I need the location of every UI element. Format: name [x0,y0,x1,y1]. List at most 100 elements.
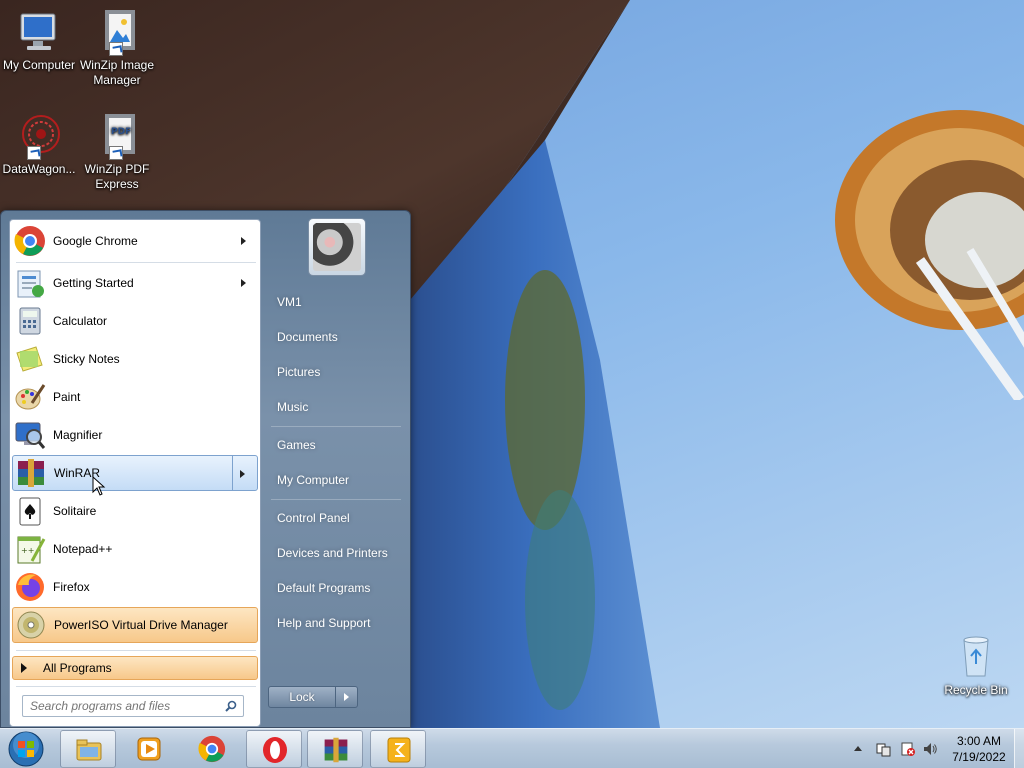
search-box[interactable] [22,695,244,717]
power-options-arrow-button[interactable] [336,686,358,708]
svg-text:PDF: PDF [111,127,131,137]
system-tray: 3:00 AM 7/19/2022 [834,729,1024,768]
program-google-chrome[interactable]: Google Chrome [12,223,258,259]
clock[interactable]: 3:00 AM 7/19/2022 [944,733,1014,765]
program-calculator[interactable]: Calculator [12,303,258,339]
program-label: Sticky Notes [53,352,120,366]
program-getting-started[interactable]: Getting Started [12,265,258,301]
mouse-cursor-icon [92,476,106,496]
lock-button[interactable]: Lock [268,686,336,708]
shortcut-arrow-icon [109,146,123,160]
winzip-image-icon [93,8,141,56]
place-control-panel[interactable]: Control Panel [267,505,401,531]
program-label: Calculator [53,314,108,328]
program-label: Getting Started [53,276,134,290]
paint-icon [14,381,46,413]
program-label: Paint [53,390,81,404]
taskbar-explorer[interactable] [60,730,116,768]
user-avatar[interactable] [308,218,366,276]
winrar-icon [324,737,348,763]
folder-icon [76,739,102,761]
shortcut-arrow-icon [27,146,41,160]
desktop-icon-label: DataWagon... [2,162,76,176]
shortcut-arrow-icon [109,42,123,56]
taskbar: 3:00 AM 7/19/2022 [0,728,1024,768]
action-center-icon[interactable] [876,741,892,757]
all-programs-button[interactable]: All Programs [12,656,258,680]
menu-separator [16,262,256,263]
program-magnifier[interactable]: Magnifier [12,417,258,453]
place-default-programs[interactable]: Default Programs [267,575,401,601]
submenu-arrow-icon[interactable] [241,279,246,287]
volume-icon[interactable] [922,741,938,757]
svg-text:++: ++ [21,546,34,555]
place-my-computer[interactable]: My Computer [267,467,401,493]
place-user-folder[interactable]: VM1 [267,289,401,315]
menu-separator [16,686,256,687]
taskbar-winrar[interactable] [307,730,363,768]
computer-icon [15,8,63,56]
program-label: Magnifier [53,428,103,442]
shutdown-group: Lock [268,686,358,708]
program-label: Google Chrome [53,234,138,248]
places-separator [271,499,401,500]
clock-time: 3:00 AM [956,734,1002,748]
sticky-notes-icon [14,343,46,375]
menu-separator [16,650,256,651]
program-label: Firefox [53,580,90,594]
taskbar-media-player[interactable] [121,730,177,768]
program-label: PowerISO Virtual Drive Manager [54,618,228,632]
program-notepad-plus-plus[interactable]: ++ Notepad++ [12,531,258,567]
submenu-arrow-icon[interactable] [240,470,245,478]
media-player-icon [137,737,161,761]
place-help-and-support[interactable]: Help and Support [267,610,401,636]
program-winrar[interactable]: WinRAR [12,455,258,491]
program-solitaire[interactable]: Solitaire [12,493,258,529]
place-documents[interactable]: Documents [267,324,401,350]
place-games[interactable]: Games [267,432,401,458]
note-app-icon [387,737,411,763]
start-menu: Google Chrome Getting Started Calculator… [0,210,411,728]
notepadpp-icon: ++ [14,533,46,565]
taskbar-opera[interactable] [246,730,302,768]
start-button[interactable] [6,730,46,768]
chrome-icon [14,225,46,257]
desktop-icon-winzip-pdf-express[interactable]: PDF WinZip PDF Express [78,112,156,192]
expand-arrow-icon [21,663,27,673]
submenu-arrow-icon[interactable] [241,237,246,245]
search-input[interactable] [30,697,220,715]
places-separator [271,426,401,427]
program-sticky-notes[interactable]: Sticky Notes [12,341,258,377]
calculator-icon [14,305,46,337]
program-poweriso-virtual-drive-manager[interactable]: PowerISO Virtual Drive Manager [12,607,258,643]
desktop-icon-label: WinZip Image Manager [79,58,155,87]
firefox-icon [14,571,46,603]
recycle-bin-label: Recycle Bin [944,683,1008,697]
desktop-icon-datawagon[interactable]: DataWagon... [0,112,78,177]
place-music[interactable]: Music [267,394,401,420]
program-firefox[interactable]: Firefox [12,569,258,605]
taskbar-chrome[interactable] [184,730,240,768]
search-icon[interactable] [225,700,237,712]
start-menu-programs-pane: Google Chrome Getting Started Calculator… [9,219,261,727]
show-desktop-button[interactable] [1014,729,1024,768]
desktop-icon-my-computer[interactable]: My Computer [0,8,78,73]
chrome-icon [198,735,226,763]
program-paint[interactable]: Paint [12,379,258,415]
winzip-pdf-icon: PDF [93,112,141,160]
taskbar-app[interactable] [370,730,426,768]
place-pictures[interactable]: Pictures [267,359,401,385]
desktop-icon-winzip-image-manager[interactable]: WinZip Image Manager [78,8,156,88]
opera-icon [263,737,287,763]
desktop-icon-label: WinZip PDF Express [84,162,150,191]
place-devices-and-printers[interactable]: Devices and Printers [267,540,401,566]
clock-date: 7/19/2022 [952,750,1006,764]
datawagon-icon [15,112,63,160]
getting-started-icon [14,267,46,299]
winrar-icon [15,457,47,489]
desktop-icon-recycle-bin[interactable]: Recycle Bin [938,632,1014,697]
space-needle-image [835,110,1024,400]
avatar-image [313,223,361,271]
network-status-icon[interactable] [900,741,916,757]
show-hidden-icons-button[interactable] [854,746,862,751]
